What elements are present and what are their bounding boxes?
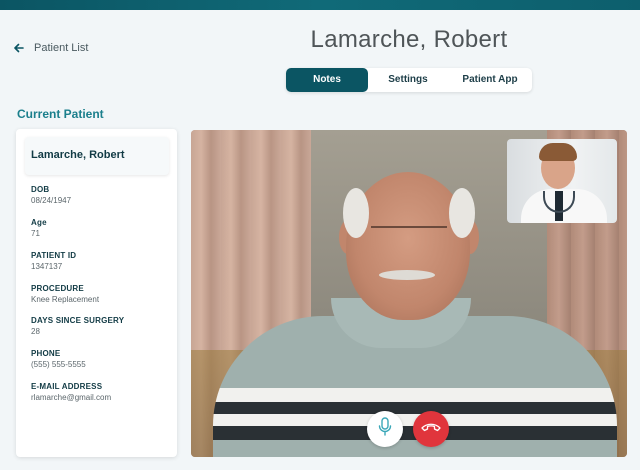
field-value: (555) 555-5555	[31, 360, 86, 369]
microphone-button[interactable]	[367, 411, 403, 447]
field-age: Age 71	[31, 218, 47, 238]
field-days-since-surgery: DAYS SINCE SURGERY 28	[31, 316, 124, 336]
patient-hair	[343, 188, 369, 238]
field-procedure: PROCEDURE Knee Replacement	[31, 284, 99, 304]
back-to-patient-list-link[interactable]: Patient List	[14, 40, 88, 56]
field-label: E-MAIL ADDRESS	[31, 382, 103, 391]
top-accent-bar	[0, 0, 640, 10]
field-phone: PHONE (555) 555-5555	[31, 349, 86, 369]
field-value: rlamarche@gmail.com	[31, 393, 112, 402]
patient-mustache	[379, 270, 435, 280]
patient-info-card: Lamarche, Robert DOB 08/24/1947 Age 71 P…	[16, 129, 177, 457]
current-patient-heading: Current Patient	[17, 107, 104, 121]
tab-patient-app[interactable]: Patient App	[448, 68, 532, 92]
self-view-video[interactable]	[507, 139, 617, 223]
tab-notes[interactable]: Notes	[286, 68, 368, 92]
end-call-button[interactable]	[413, 411, 449, 447]
field-value: 71	[31, 229, 40, 238]
field-value: 08/24/1947	[31, 196, 72, 205]
field-email: E-MAIL ADDRESS rlamarche@gmail.com	[31, 382, 111, 402]
field-label: DAYS SINCE SURGERY	[31, 316, 125, 325]
field-patient-id: PATIENT ID 1347137	[31, 251, 76, 271]
tab-settings[interactable]: Settings	[368, 68, 448, 92]
field-value: 28	[31, 327, 40, 336]
doctor-hair	[539, 143, 577, 161]
field-label: Age	[31, 218, 47, 227]
video-call-main-feed	[191, 130, 627, 457]
field-label: PROCEDURE	[31, 284, 84, 293]
tab-bar: Notes Settings Patient App	[286, 68, 532, 92]
back-link-label: Patient List	[34, 42, 89, 54]
field-dob: DOB 08/24/1947	[31, 185, 71, 205]
page-title: Lamarche, Robert	[310, 26, 508, 53]
field-value: Knee Replacement	[31, 295, 100, 304]
microphone-icon	[377, 416, 393, 442]
arrow-left-icon	[14, 43, 24, 53]
end-call-icon	[421, 420, 441, 438]
field-label: PATIENT ID	[31, 251, 77, 260]
patient-brow	[371, 226, 447, 242]
field-value: 1347137	[31, 262, 63, 271]
patient-hair	[449, 188, 475, 238]
field-label: DOB	[31, 185, 50, 194]
field-label: PHONE	[31, 349, 61, 358]
patient-name: Lamarche, Robert	[25, 137, 169, 175]
